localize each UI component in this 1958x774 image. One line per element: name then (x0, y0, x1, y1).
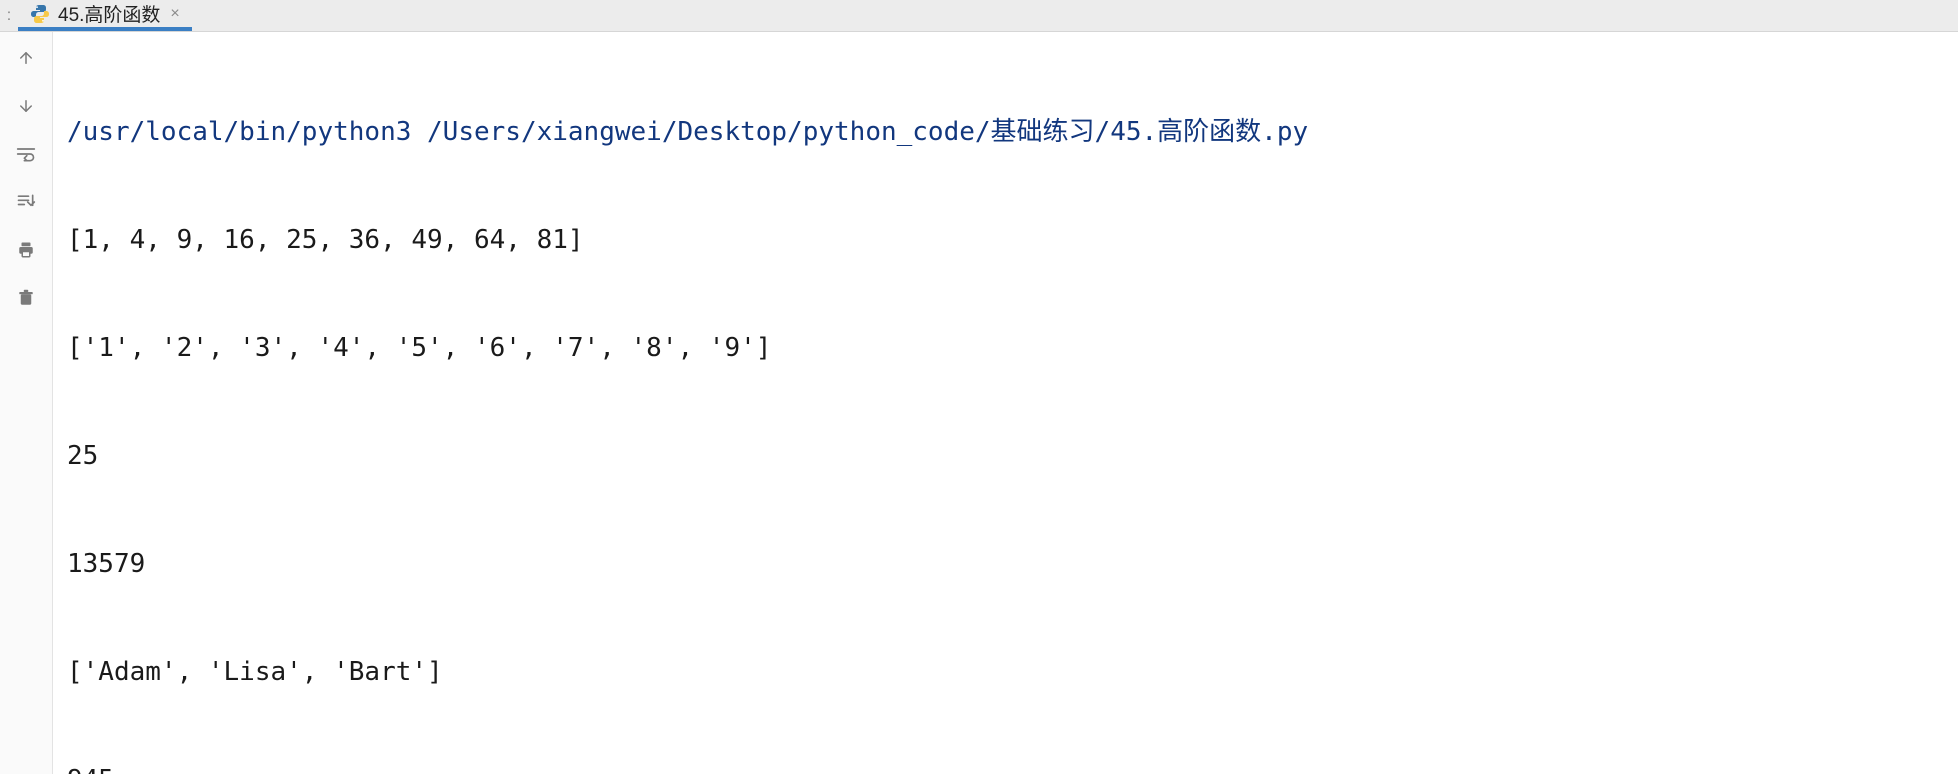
console-output-line: ['Adam', 'Lisa', 'Bart'] (67, 654, 1958, 690)
console-output-line: [1, 4, 9, 16, 25, 36, 49, 64, 81] (67, 222, 1958, 258)
scroll-to-end-icon[interactable] (12, 188, 40, 216)
soft-wrap-icon[interactable] (12, 140, 40, 168)
python-file-icon (30, 4, 50, 24)
console-lines: /usr/local/bin/python3 /Users/xiangwei/D… (67, 42, 1958, 774)
console-command-line: /usr/local/bin/python3 /Users/xiangwei/D… (67, 114, 1958, 150)
arrow-up-icon[interactable] (12, 44, 40, 72)
run-tab-label: 45.高阶函数 (58, 0, 160, 27)
close-icon[interactable]: × (168, 5, 179, 23)
arrow-down-icon[interactable] (12, 92, 40, 120)
console-output[interactable]: /usr/local/bin/python3 /Users/xiangwei/D… (53, 32, 1958, 774)
console-output-line: 25 (67, 438, 1958, 474)
tab-bar-leading: : (0, 0, 18, 31)
console-output-line: ['1', '2', '3', '4', '5', '6', '7', '8',… (67, 330, 1958, 366)
console-output-line: 13579 (67, 546, 1958, 582)
run-tab[interactable]: 45.高阶函数 × (18, 0, 192, 31)
run-tool-window: : 45.高阶函数 × (0, 0, 1958, 774)
console-toolbar (0, 32, 53, 774)
tab-bar: : 45.高阶函数 × (0, 0, 1958, 32)
run-body: /usr/local/bin/python3 /Users/xiangwei/D… (0, 32, 1958, 774)
console-output-line: 945 (67, 762, 1958, 774)
print-icon[interactable] (12, 236, 40, 264)
trash-icon[interactable] (12, 284, 40, 312)
